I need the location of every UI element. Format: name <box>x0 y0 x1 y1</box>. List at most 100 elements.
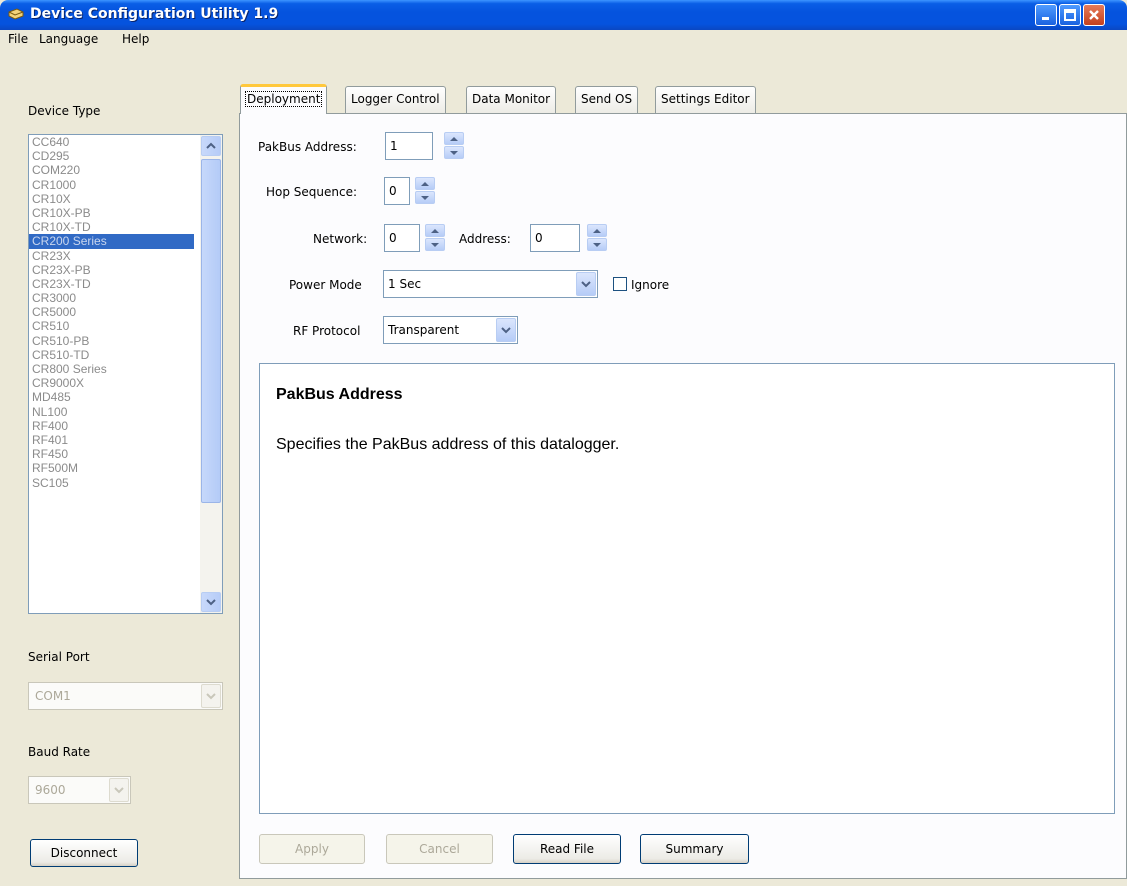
rf-protocol-select[interactable]: Transparent <box>383 316 518 344</box>
tab-data-monitor[interactable]: Data Monitor <box>466 86 557 114</box>
power-mode-select[interactable]: 1 Sec <box>383 270 598 298</box>
caret-up-icon <box>593 228 601 233</box>
minimize-icon <box>1042 17 1049 20</box>
power-mode-dropdown-button[interactable] <box>576 272 596 296</box>
device-list-item[interactable]: CR800 Series <box>29 362 194 376</box>
close-icon <box>1089 10 1099 20</box>
hop-spin-up[interactable] <box>415 177 435 190</box>
caret-down-icon <box>431 242 439 247</box>
network-input[interactable]: 0 <box>384 224 420 252</box>
device-list-item[interactable]: MD485 <box>29 390 194 404</box>
network-spin-down[interactable] <box>425 238 445 251</box>
close-button[interactable] <box>1083 4 1105 26</box>
summary-button[interactable]: Summary <box>640 834 749 864</box>
maximize-button[interactable] <box>1059 4 1081 26</box>
address-value: 0 <box>535 231 543 245</box>
apply-button[interactable]: Apply <box>259 834 365 864</box>
hop-sequence-input[interactable]: 0 <box>384 177 410 205</box>
device-list-item[interactable]: CR10X-TD <box>29 220 194 234</box>
device-list-item[interactable]: RF500M <box>29 461 194 475</box>
help-title: PakBus Address <box>276 386 403 403</box>
serial-port-dropdown-button[interactable] <box>201 684 221 708</box>
device-list-item[interactable]: CR510-PB <box>29 334 194 348</box>
pakbus-spin-down[interactable] <box>444 146 464 159</box>
chevron-up-icon <box>206 142 216 149</box>
device-list-item[interactable]: CR3000 <box>29 291 194 305</box>
device-list-item[interactable]: CD295 <box>29 149 194 163</box>
tab-settings-editor[interactable]: Settings Editor <box>655 86 756 114</box>
device-list-item[interactable]: CR510-TD <box>29 348 194 362</box>
rf-protocol-value: Transparent <box>388 323 460 337</box>
ignore-label: Ignore <box>631 278 670 292</box>
scroll-up-button[interactable] <box>201 136 221 156</box>
pakbus-address-spinner[interactable] <box>444 132 464 160</box>
device-list-item[interactable]: CR200 Series <box>29 234 194 249</box>
chevron-down-icon <box>501 327 511 334</box>
tab-deployment[interactable]: Deployment <box>240 84 328 114</box>
address-spinner[interactable] <box>587 224 607 252</box>
device-list-item[interactable]: NL100 <box>29 405 194 419</box>
hop-sequence-spinner[interactable] <box>415 177 435 205</box>
tab-logger-control[interactable]: Logger Control <box>345 86 446 114</box>
device-list-item[interactable]: CR510 <box>29 319 194 333</box>
apply-label: Apply <box>295 842 329 856</box>
app-icon <box>8 8 24 20</box>
network-spin-up[interactable] <box>425 224 445 237</box>
power-mode-value: 1 Sec <box>388 277 422 291</box>
rf-protocol-dropdown-button[interactable] <box>496 318 516 342</box>
device-list-item[interactable]: RF450 <box>29 447 194 461</box>
menu-language[interactable]: Language <box>39 32 98 46</box>
device-list-item[interactable]: COM220 <box>29 163 194 177</box>
read-file-button[interactable]: Read File <box>513 834 621 864</box>
device-list-item[interactable]: CR1000 <box>29 178 194 192</box>
baud-rate-label: Baud Rate <box>28 745 91 759</box>
device-list-item[interactable]: CC640 <box>29 135 194 149</box>
device-list-item[interactable]: CR23X-TD <box>29 277 194 291</box>
address-input[interactable]: 0 <box>530 224 580 252</box>
pakbus-spin-up[interactable] <box>444 132 464 145</box>
pakbus-address-label: PakBus Address: <box>258 140 357 154</box>
baud-rate-select[interactable]: 9600 <box>28 776 131 804</box>
scroll-down-button[interactable] <box>201 592 221 612</box>
tab-send-os[interactable]: Send OS <box>575 86 639 114</box>
title-bar[interactable]: Device Configuration Utility 1.9 <box>0 0 1127 30</box>
serial-port-select[interactable]: COM1 <box>28 682 223 710</box>
caret-up-icon <box>450 136 458 141</box>
device-list-item[interactable]: CR9000X <box>29 376 194 390</box>
chevron-down-icon <box>581 281 591 288</box>
pakbus-address-value: 1 <box>390 139 398 153</box>
network-label: Network: <box>313 232 368 246</box>
hop-sequence-label: Hop Sequence: <box>266 185 358 199</box>
device-list-item[interactable]: CR23X <box>29 249 194 263</box>
window-title: Device Configuration Utility 1.9 <box>30 6 279 22</box>
network-spinner[interactable] <box>425 224 445 252</box>
serial-port-value: COM1 <box>35 689 71 703</box>
device-list-item[interactable]: CR5000 <box>29 305 194 319</box>
tab-settings-editor-label: Settings Editor <box>661 92 750 106</box>
menu-help[interactable]: Help <box>122 32 149 46</box>
disconnect-button[interactable]: Disconnect <box>30 839 138 867</box>
summary-label: Summary <box>665 842 724 856</box>
cancel-button[interactable]: Cancel <box>386 834 493 864</box>
minimize-button[interactable] <box>1035 4 1057 26</box>
menu-file[interactable]: File <box>8 32 28 46</box>
scroll-thumb[interactable] <box>201 159 221 503</box>
read-file-label: Read File <box>539 842 595 856</box>
address-spin-up[interactable] <box>587 224 607 237</box>
device-list-item[interactable]: SC105 <box>29 476 194 490</box>
pakbus-address-input[interactable]: 1 <box>385 132 433 160</box>
device-list-item[interactable]: CR10X-PB <box>29 206 194 220</box>
device-list-item[interactable]: CR23X-PB <box>29 263 194 277</box>
baud-rate-dropdown-button[interactable] <box>109 778 129 802</box>
address-spin-down[interactable] <box>587 238 607 251</box>
baud-rate-value: 9600 <box>35 783 66 797</box>
hop-spin-down[interactable] <box>415 191 435 204</box>
caret-up-icon <box>431 228 439 233</box>
ignore-checkbox[interactable] <box>613 277 627 291</box>
device-list-scrollbar[interactable] <box>200 135 222 613</box>
hop-sequence-value: 0 <box>389 184 397 198</box>
device-list-item[interactable]: RF400 <box>29 419 194 433</box>
device-list-item[interactable]: RF401 <box>29 433 194 447</box>
device-type-list[interactable]: CC640 CD295 COM220 CR1000 CR10X CR10X-PB CR10X… <box>28 134 223 614</box>
device-list-item[interactable]: CR10X <box>29 192 194 206</box>
